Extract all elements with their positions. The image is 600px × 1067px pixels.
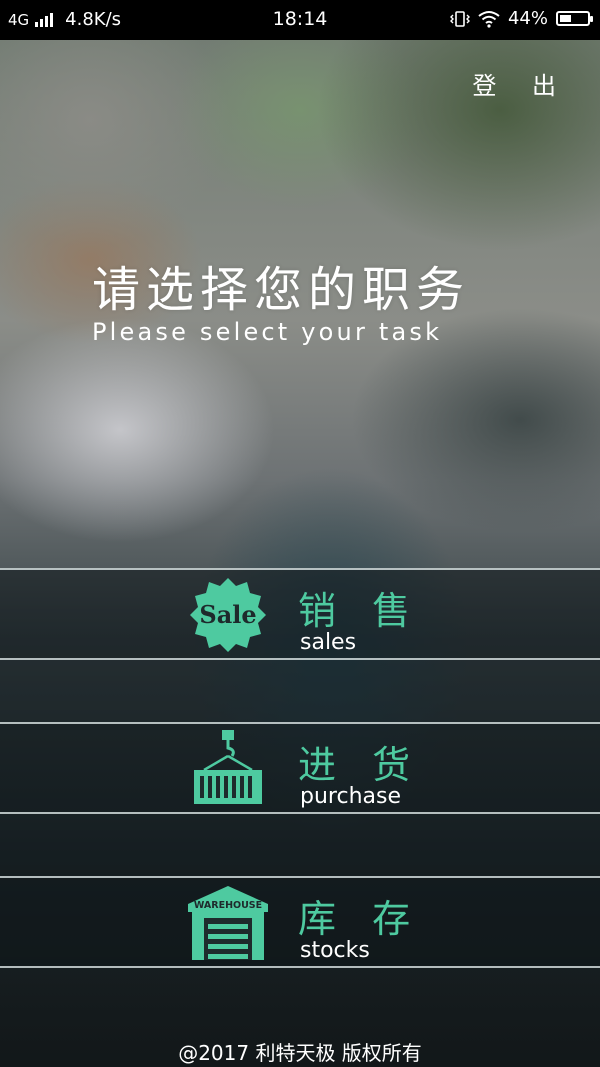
wifi-icon	[478, 10, 500, 28]
crane-container-icon	[194, 730, 262, 804]
sale-badge-text: Sale	[199, 600, 256, 629]
page-subtitle: Please select your task	[92, 318, 443, 346]
battery-icon	[556, 11, 593, 26]
task-purchase-button[interactable]: 进 货 purchase	[0, 722, 600, 814]
task-sales-sublabel: sales	[300, 630, 357, 655]
sale-badge-icon: Sale	[190, 578, 266, 652]
task-stocks-button[interactable]: WAREHOUSE 库 存 stocks	[0, 876, 600, 968]
task-stocks-label: 库 存	[298, 897, 423, 941]
battery-fill	[560, 15, 572, 22]
warehouse-sign-text: WAREHOUSE	[194, 900, 262, 911]
warehouse-icon: WAREHOUSE	[188, 886, 268, 960]
copyright-footer: @2017 利特天极 版权所有	[178, 1041, 422, 1065]
row-divider-space	[0, 660, 600, 722]
row-divider-space	[0, 814, 600, 876]
vibrate-icon	[449, 10, 470, 27]
page-title: 请选择您的职务	[92, 262, 471, 318]
battery-percent: 44%	[507, 8, 548, 29]
task-stocks-sublabel: stocks	[300, 938, 370, 963]
task-purchase-sublabel: purchase	[300, 784, 401, 809]
status-right: 44%	[449, 8, 593, 29]
task-sales-label: 销 售	[298, 589, 423, 633]
logout-button[interactable]: 登 出	[472, 66, 570, 101]
task-purchase-label: 进 货	[298, 743, 423, 787]
status-bar: 4G 4.8K/s 18:14 44%	[0, 0, 600, 40]
task-sales-button[interactable]: Sale 销 售 sales	[0, 568, 600, 660]
